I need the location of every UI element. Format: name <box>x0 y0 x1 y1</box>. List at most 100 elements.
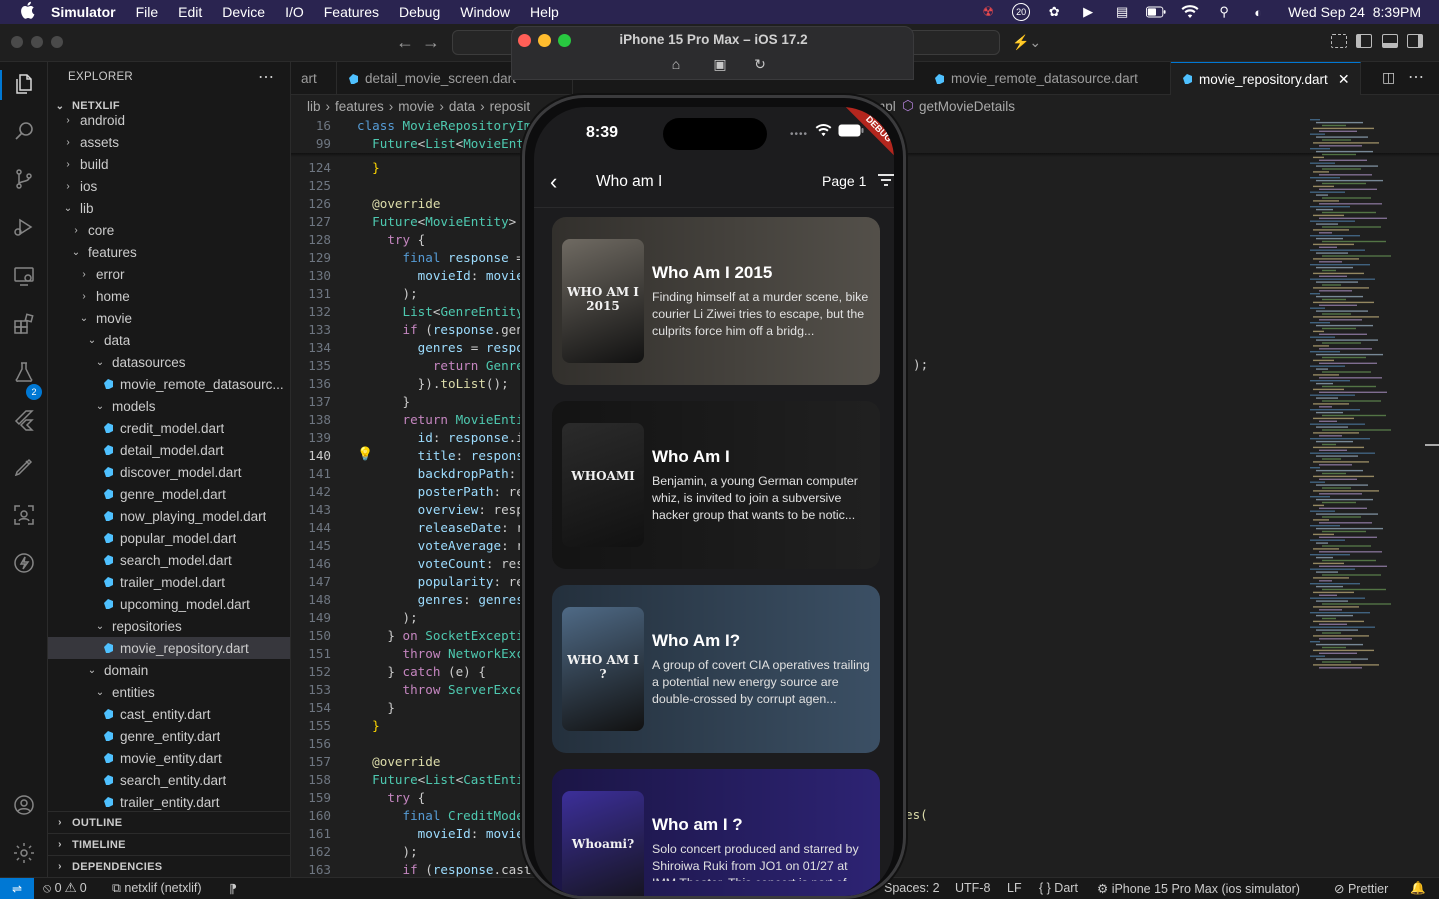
scan-icon[interactable] <box>12 503 36 527</box>
menu-debug[interactable]: Debug <box>399 4 440 20</box>
file-tree-item[interactable]: popular_model.dart <box>48 527 290 549</box>
go-forward-icon[interactable]: → <box>422 32 440 53</box>
problems-indicator[interactable]: ⦸ 0 ⚠ 0 <box>43 881 87 896</box>
folder-tree-item[interactable]: ⌄ entities <box>48 681 290 703</box>
menu-edit[interactable]: Edit <box>178 4 202 20</box>
customize-layout-icon[interactable] <box>1331 34 1347 48</box>
movie-card[interactable]: WHO AM I ? Who Am I? A group of covert CIA… <box>552 585 880 753</box>
folder-tree-item[interactable]: ⌄ movie <box>48 307 290 329</box>
remote-indicator-icon[interactable]: ⇌ <box>0 878 34 899</box>
more-actions-icon[interactable]: ⋯ <box>258 67 274 87</box>
flutter-icon[interactable] <box>12 408 36 432</box>
folder-tree-item[interactable]: › error <box>48 263 290 285</box>
file-tree-item[interactable]: movie_entity.dart <box>48 747 290 769</box>
folder-tree-item[interactable]: › android <box>48 109 290 131</box>
minimap[interactable] <box>1306 117 1406 677</box>
run-debug-icon[interactable] <box>12 215 36 239</box>
screen-icon[interactable]: ▤ <box>1112 4 1132 20</box>
accounts-extension-icon[interactable]: ⚡⌄ <box>1012 34 1041 51</box>
toggle-secondary-sidebar-icon[interactable] <box>1407 34 1423 48</box>
extensions-icon[interactable] <box>12 312 36 336</box>
apple-menu-icon[interactable] <box>19 1 37 24</box>
eol-indicator[interactable]: LF <box>1007 881 1022 895</box>
file-tree-item[interactable]: movie_remote_datasourc... <box>48 373 290 395</box>
folder-tree-item[interactable]: ⌄ lib <box>48 197 290 219</box>
screenshot-icon[interactable]: ▣ <box>711 56 729 72</box>
page-indicator[interactable]: Page 1 <box>822 173 866 189</box>
minimize-window-button[interactable] <box>31 36 43 48</box>
folder-tree-item[interactable]: ⌄ repositories <box>48 615 290 637</box>
file-tree-item[interactable]: detail_model.dart <box>48 439 290 461</box>
back-arrow-icon[interactable]: ‹ <box>550 169 557 195</box>
magnet-icon[interactable]: ☢ <box>978 4 998 20</box>
tab-partial[interactable]: art <box>291 62 337 95</box>
menu-datetime[interactable]: Wed Sep 24 8:39PM <box>1288 4 1421 20</box>
breadcrumb-item[interactable]: movie <box>398 99 434 114</box>
menu-help[interactable]: Help <box>530 4 559 20</box>
file-tree-item[interactable]: discover_model.dart <box>48 461 290 483</box>
filter-icon[interactable] <box>878 173 894 189</box>
toggle-primary-sidebar-icon[interactable] <box>1356 34 1372 48</box>
movie-card[interactable]: Whoami? Who am I ? Solo concert produced a… <box>552 769 880 896</box>
remote-explorer-icon[interactable] <box>12 264 36 288</box>
wifi-icon[interactable] <box>1180 4 1200 20</box>
file-tree-item[interactable]: genre_model.dart <box>48 483 290 505</box>
folder-tree-item[interactable]: ⌄ domain <box>48 659 290 681</box>
menu-app-name[interactable]: Simulator <box>51 4 116 20</box>
toggle-panel-icon[interactable] <box>1382 34 1398 48</box>
file-tree-item[interactable]: cast_entity.dart <box>48 703 290 725</box>
lightning-icon[interactable] <box>12 551 36 575</box>
breadcrumb-item[interactable]: getMovieDetails <box>919 99 1015 114</box>
play-circle-icon[interactable]: ▶ <box>1078 4 1098 20</box>
folder-tree-item[interactable]: › assets <box>48 131 290 153</box>
file-tree-item[interactable]: credit_model.dart <box>48 417 290 439</box>
folder-tree-item[interactable]: ⌄ data <box>48 329 290 351</box>
accounts-icon[interactable] <box>12 793 36 817</box>
menu-device[interactable]: Device <box>222 4 265 20</box>
close-window-button[interactable] <box>11 36 23 48</box>
timeline-section[interactable]: › TIMELINE <box>48 833 290 855</box>
status-badge-icon[interactable]: 20 <box>1012 3 1031 21</box>
menu-features[interactable]: Features <box>324 4 379 20</box>
feather-icon[interactable]: ✿ <box>1044 4 1064 20</box>
folder-tree-item[interactable]: › home <box>48 285 290 307</box>
source-control-icon[interactable] <box>12 167 36 191</box>
folder-tree-item[interactable]: › ios <box>48 175 290 197</box>
scrollbar-thumb[interactable] <box>1425 444 1439 446</box>
battery-icon[interactable] <box>1146 4 1166 20</box>
breadcrumb-item[interactable]: lib <box>307 99 321 114</box>
pen-tool-icon[interactable] <box>12 455 36 479</box>
notifications-bell-icon[interactable]: 🔔 <box>1410 881 1426 896</box>
movie-card[interactable]: WHOAMI Who Am I Benjamin, a young German c… <box>552 401 880 569</box>
folder-tree-item[interactable]: › core <box>48 219 290 241</box>
folder-tree-item[interactable]: ⌄ datasources <box>48 351 290 373</box>
folder-tree-item[interactable]: ⌄ features <box>48 241 290 263</box>
dependencies-section[interactable]: › DEPENDENCIES <box>48 855 290 877</box>
menu-window[interactable]: Window <box>460 4 510 20</box>
go-back-icon[interactable]: ← <box>396 32 414 53</box>
explorer-icon[interactable] <box>12 72 36 96</box>
movie-card[interactable]: WHO AM I 2015 Who Am I 2015 Finding himsel… <box>552 217 880 385</box>
menu-io[interactable]: I/O <box>285 4 304 20</box>
tab-movie-remote-datasource[interactable]: movie_remote_datasource.dart <box>923 62 1171 95</box>
rotate-icon[interactable]: ↻ <box>751 56 769 72</box>
sync-icon[interactable]: ⁋ <box>229 881 237 896</box>
testing-icon[interactable] <box>12 360 36 384</box>
file-tree-item[interactable]: trailer_entity.dart <box>48 791 290 813</box>
zoom-window-button[interactable] <box>51 36 63 48</box>
branch-indicator[interactable]: ⧉ netxlif (netxlif) <box>112 881 202 896</box>
home-icon[interactable]: ⌂ <box>667 56 685 72</box>
settings-gear-icon[interactable] <box>12 841 36 865</box>
file-tree-item[interactable]: now_playing_model.dart <box>48 505 290 527</box>
file-tree-item[interactable]: search_model.dart <box>48 549 290 571</box>
file-tree-item[interactable]: upcoming_model.dart <box>48 593 290 615</box>
breadcrumb-item[interactable]: features <box>335 99 384 114</box>
folder-tree-item[interactable]: › build <box>48 153 290 175</box>
control-center-icon[interactable]: ◐ <box>1248 4 1268 20</box>
folder-tree-item[interactable]: ⌄ models <box>48 395 290 417</box>
prettier-indicator[interactable]: ⊘ Prettier <box>1334 881 1388 896</box>
menu-file[interactable]: File <box>136 4 159 20</box>
file-tree-item[interactable]: movie_repository.dart <box>48 637 290 659</box>
breadcrumb-item[interactable]: data <box>449 99 475 114</box>
editor-more-actions-icon[interactable]: ⋯ <box>1408 67 1424 87</box>
